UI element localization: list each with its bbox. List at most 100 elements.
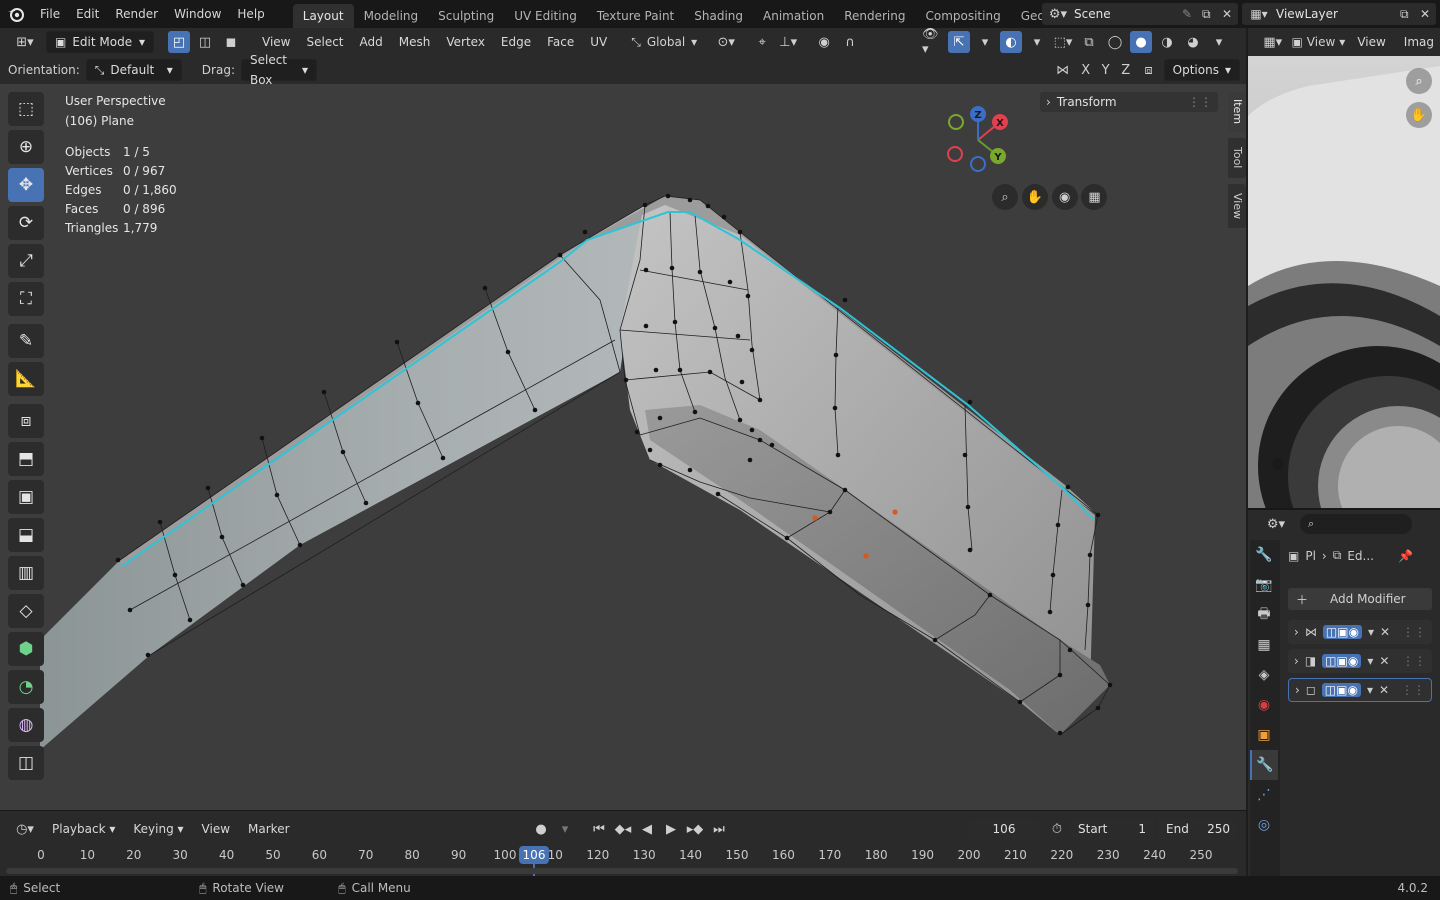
- gizmo-toggle-icon[interactable]: ⇱: [948, 31, 970, 53]
- measure-tool-icon[interactable]: 📐: [8, 362, 44, 396]
- drag-handle-icon[interactable]: ⋮⋮: [1402, 625, 1426, 639]
- spin-tool-icon[interactable]: ◔: [8, 670, 44, 704]
- xray-icon[interactable]: ⧉: [1078, 31, 1100, 53]
- tab-layout[interactable]: Layout: [292, 4, 354, 28]
- reference-image[interactable]: ⌕ ✋: [1248, 56, 1440, 508]
- pivot-icon[interactable]: ⊙▾: [715, 31, 737, 53]
- output-properties-icon[interactable]: 🖶: [1250, 600, 1278, 630]
- blender-logo-icon[interactable]: [0, 0, 32, 28]
- view-layer-icon[interactable]: ▦▾: [1242, 7, 1276, 21]
- editor-type-icon[interactable]: ⚙▾: [1260, 513, 1292, 535]
- pan-hand-icon[interactable]: ✋: [1406, 102, 1432, 128]
- wireframe-shading-icon[interactable]: ◯: [1104, 31, 1126, 53]
- transform-orientation-dropdown[interactable]: ⤡ Global ▾: [631, 35, 697, 50]
- menu-vertex[interactable]: Vertex: [440, 31, 491, 53]
- snap-icon[interactable]: ⌖: [751, 31, 773, 53]
- pin-icon[interactable]: ✎: [1182, 7, 1202, 21]
- smooth-tool-icon[interactable]: ◍: [8, 708, 44, 742]
- object-properties-icon[interactable]: ▣: [1250, 720, 1278, 750]
- transform-tool-icon[interactable]: ⛶: [8, 282, 44, 316]
- menu-marker[interactable]: Marker: [242, 818, 295, 840]
- close-icon[interactable]: ✕: [1379, 683, 1389, 697]
- next-keyframe-icon[interactable]: ▸◆: [684, 818, 706, 840]
- mirror-x-toggle[interactable]: X: [1078, 59, 1094, 81]
- menu-render[interactable]: Render: [107, 0, 166, 28]
- chevron-down-icon[interactable]: ▾: [1367, 654, 1373, 668]
- particles-icon[interactable]: ⋰: [1250, 780, 1278, 810]
- pin-icon[interactable]: 📌: [1398, 549, 1413, 563]
- end-frame-field[interactable]: End 250: [1158, 818, 1238, 840]
- drag-handle-icon[interactable]: ⋮⋮: [1401, 683, 1425, 697]
- chevron-down-icon[interactable]: ▾: [974, 31, 996, 53]
- mesh-edit-overlay-icon[interactable]: ⬚▾: [1052, 31, 1074, 53]
- menu-mesh[interactable]: Mesh: [393, 31, 437, 53]
- tab-animation[interactable]: Animation: [753, 4, 834, 28]
- modifier-row[interactable]: › ◨ ◫▣◉ ▾ ✕ ⋮⋮: [1288, 649, 1432, 673]
- rotate-tool-icon[interactable]: ⟳: [8, 206, 44, 240]
- start-frame-field[interactable]: Start 1: [1070, 818, 1154, 840]
- menu-image-view[interactable]: View: [1351, 31, 1391, 53]
- view-mode-dropdown[interactable]: ▣ View ▾: [1291, 35, 1345, 49]
- close-icon[interactable]: ✕: [1379, 654, 1389, 668]
- gizmo-neg-x[interactable]: [947, 146, 963, 162]
- zoom-icon[interactable]: ⌕: [1406, 68, 1432, 94]
- chevron-right-icon[interactable]: ›: [1294, 625, 1299, 639]
- pan-hand-icon[interactable]: ✋: [1021, 184, 1048, 210]
- poly-build-tool-icon[interactable]: ⬢: [8, 632, 44, 666]
- chevron-down-icon[interactable]: ▾: [1367, 683, 1373, 697]
- gizmo-neg-y[interactable]: [948, 114, 964, 130]
- editor-type-icon[interactable]: ▦▾: [1260, 31, 1285, 53]
- new-scene-icon[interactable]: ⧉: [1202, 7, 1222, 22]
- tab-modeling[interactable]: Modeling: [354, 4, 429, 28]
- menu-window[interactable]: Window: [166, 0, 229, 28]
- edge-slide-tool-icon[interactable]: ◫: [8, 746, 44, 780]
- select-box-tool-icon[interactable]: ⬚: [8, 92, 44, 126]
- transform-panel-header[interactable]: › Transform ⋮⋮: [1040, 92, 1218, 112]
- menu-file[interactable]: File: [32, 0, 68, 28]
- inset-tool-icon[interactable]: ▣: [8, 480, 44, 514]
- tab-tool[interactable]: Tool: [1228, 138, 1246, 178]
- physics-icon[interactable]: ◎: [1250, 810, 1278, 840]
- menu-keying[interactable]: Keying ▾: [127, 818, 189, 840]
- chevron-right-icon[interactable]: ›: [1294, 654, 1299, 668]
- editor-type-icon[interactable]: ⊞▾: [8, 31, 42, 53]
- prev-keyframe-icon[interactable]: ◆◂: [612, 818, 634, 840]
- menu-help[interactable]: Help: [229, 0, 272, 28]
- chevron-down-icon[interactable]: ▾: [1026, 31, 1048, 53]
- editmode-toggle-icon[interactable]: ◫▣◉: [1321, 683, 1361, 697]
- menu-face[interactable]: Face: [541, 31, 580, 53]
- bevel-tool-icon[interactable]: ⬓: [8, 518, 44, 552]
- proportional-edit-icon[interactable]: ◉: [813, 31, 835, 53]
- chevron-down-icon[interactable]: ▾: [1368, 625, 1374, 639]
- timer-icon[interactable]: ⏱: [1046, 818, 1068, 840]
- breadcrumb-modifier[interactable]: Ed...: [1347, 549, 1374, 563]
- view-layer-name[interactable]: ViewLayer: [1276, 7, 1400, 21]
- mode-dropdown[interactable]: ▣ Edit Mode ▾: [46, 31, 154, 53]
- tool-properties-icon[interactable]: 🔧: [1250, 540, 1278, 570]
- knife-tool-icon[interactable]: ◇: [8, 594, 44, 628]
- jump-start-icon[interactable]: ⏮: [588, 818, 610, 840]
- gizmo-neg-z[interactable]: [970, 156, 986, 172]
- editmode-toggle-icon[interactable]: ◫▣◉: [1322, 625, 1362, 639]
- chevron-down-icon[interactable]: ▾: [554, 818, 576, 840]
- zoom-icon[interactable]: ⌕: [992, 184, 1018, 210]
- add-modifier-button[interactable]: ＋ Add Modifier: [1288, 588, 1432, 610]
- mirror-icon[interactable]: ⋈: [1052, 59, 1074, 81]
- material-shading-icon[interactable]: ◑: [1156, 31, 1178, 53]
- camera-icon[interactable]: ◉: [1051, 184, 1078, 210]
- play-icon[interactable]: ▶: [660, 818, 682, 840]
- options-dropdown[interactable]: Options ▾: [1163, 59, 1240, 81]
- scene-icon[interactable]: ⚙▾: [1042, 7, 1074, 22]
- tab-view[interactable]: View: [1228, 184, 1246, 228]
- playhead[interactable]: 106: [519, 846, 549, 864]
- close-icon[interactable]: ✕: [1420, 7, 1436, 21]
- modifier-row[interactable]: › ◻ ◫▣◉ ▾ ✕ ⋮⋮: [1288, 678, 1432, 702]
- overlays-icon[interactable]: ◐: [1000, 31, 1022, 53]
- tab-item[interactable]: Item: [1228, 92, 1246, 132]
- menu-timeline-view[interactable]: View: [196, 818, 236, 840]
- tab-shading[interactable]: Shading: [684, 4, 753, 28]
- properties-search[interactable]: ⌕: [1300, 514, 1412, 534]
- move-tool-icon[interactable]: ✥: [8, 168, 44, 202]
- current-frame-field[interactable]: 106: [968, 818, 1040, 840]
- modifier-row[interactable]: › ⋈ ◫▣◉ ▾ ✕ ⋮⋮: [1288, 620, 1432, 644]
